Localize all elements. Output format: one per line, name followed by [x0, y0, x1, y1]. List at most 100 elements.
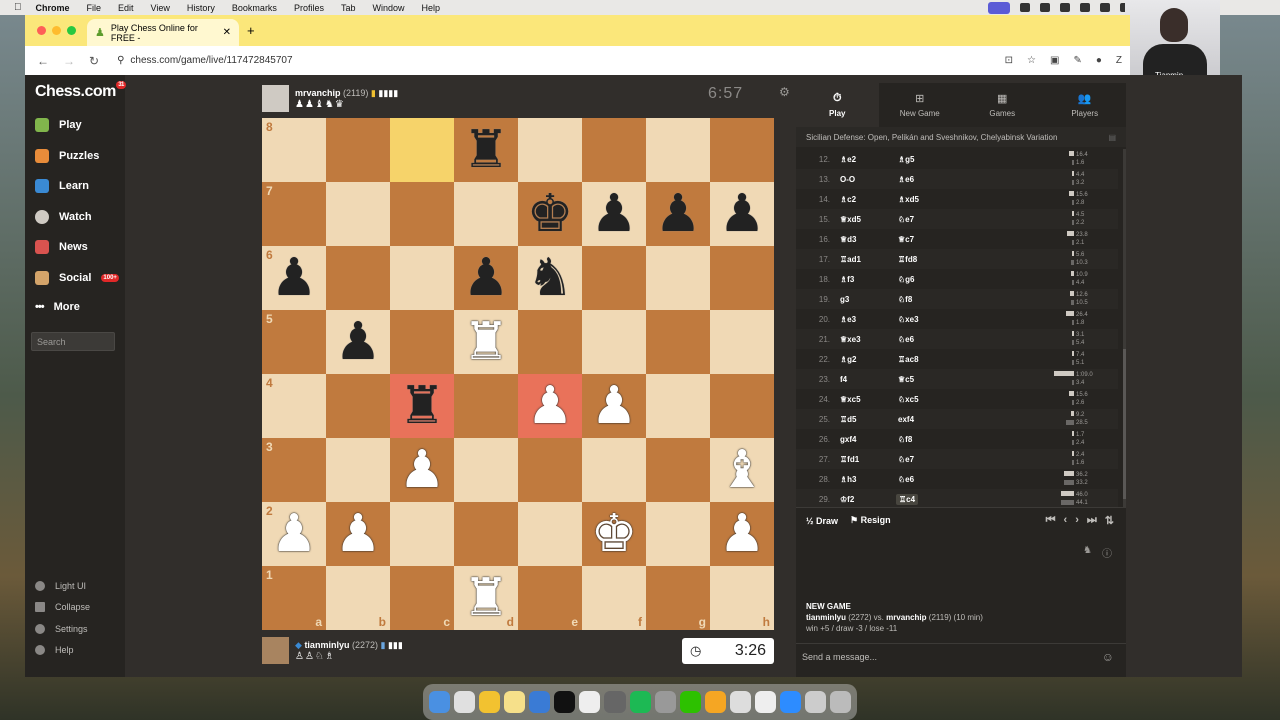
white-pawn-icon[interactable]: ♟ — [591, 380, 638, 432]
square-f3[interactable] — [582, 438, 646, 502]
white-move[interactable]: ♗e2 — [838, 155, 896, 164]
white-pawn-icon[interactable]: ♟ — [335, 508, 382, 560]
menu-history[interactable]: History — [187, 3, 215, 13]
avatar[interactable] — [262, 637, 289, 664]
draw-button[interactable]: ½ Draw — [806, 516, 838, 526]
emoji-icon[interactable]: ☺ — [1102, 650, 1114, 664]
white-rook-icon[interactable]: ♜ — [463, 316, 510, 368]
extension-icon[interactable]: ▣ — [1050, 55, 1059, 66]
next-move-icon[interactable]: › — [1075, 514, 1079, 527]
notes-icon[interactable] — [504, 691, 526, 713]
square-e8[interactable] — [518, 118, 582, 182]
first-move-icon[interactable]: ⏮ — [1046, 514, 1056, 527]
sidebar-light-ui[interactable]: Light UI — [35, 581, 86, 591]
white-move[interactable]: g3 — [838, 295, 896, 304]
zoom-status-icon[interactable] — [988, 1, 1010, 14]
square-g6[interactable] — [646, 246, 710, 310]
activity-icon[interactable] — [529, 691, 551, 713]
white-move[interactable]: ♖d5 — [838, 415, 896, 424]
white-move[interactable]: ♕xe3 — [838, 335, 896, 344]
ng-player2[interactable]: mrvanchip — [886, 613, 926, 622]
square-d2[interactable] — [454, 502, 518, 566]
sidebar-help[interactable]: Help — [35, 645, 74, 655]
black-move[interactable]: ♕c5 — [896, 375, 956, 384]
square-g5[interactable] — [646, 310, 710, 374]
profile-icon[interactable]: Z — [1116, 55, 1122, 66]
square-f8[interactable] — [582, 118, 646, 182]
black-move[interactable]: ♘e6 — [896, 475, 956, 484]
menu-view[interactable]: View — [151, 3, 170, 13]
square-h5[interactable] — [710, 310, 774, 374]
document-icon[interactable] — [804, 691, 826, 713]
browser-tab[interactable]: ♟ Play Chess Online for FREE - ✕ — [87, 19, 239, 46]
square-h6[interactable] — [710, 246, 774, 310]
square-h1[interactable]: h — [710, 566, 774, 630]
square-g3[interactable] — [646, 438, 710, 502]
white-move[interactable]: ♗h3 — [838, 475, 896, 484]
reload-icon[interactable]: ↻ — [89, 54, 99, 68]
wechat-status-icon[interactable] — [1040, 3, 1050, 12]
black-move[interactable]: ♘e7 — [896, 455, 956, 464]
white-move[interactable]: ♗f3 — [838, 275, 896, 284]
square-b7[interactable] — [326, 182, 390, 246]
square-g8[interactable] — [646, 118, 710, 182]
black-rook-icon[interactable]: ♜ — [399, 380, 446, 432]
textedit-icon[interactable] — [729, 691, 751, 713]
square-f6[interactable] — [582, 246, 646, 310]
black-move[interactable]: ♖c4 — [896, 493, 919, 505]
square-g4[interactable] — [646, 374, 710, 438]
tab-play[interactable]: ⏱ Play — [796, 83, 879, 127]
move-list-scrollbar[interactable] — [1123, 149, 1126, 507]
site-info-icon[interactable]: ⚲ — [117, 55, 124, 66]
tab-players[interactable]: 👥 Players — [1044, 83, 1127, 127]
square-c5[interactable] — [390, 310, 454, 374]
square-c8[interactable] — [390, 118, 454, 182]
black-move[interactable]: ♘g6 — [896, 275, 956, 284]
square-a3[interactable]: 3 — [262, 438, 326, 502]
square-c7[interactable] — [390, 182, 454, 246]
white-pawn-icon[interactable]: ♟ — [271, 508, 318, 560]
white-move[interactable]: ♕xc5 — [838, 395, 896, 404]
black-pawn-icon[interactable]: ♟ — [335, 316, 382, 368]
black-move[interactable]: ♘xc5 — [896, 395, 956, 404]
black-knight-icon[interactable]: ♞ — [527, 252, 574, 304]
avatar[interactable] — [262, 85, 289, 112]
square-g1[interactable]: g — [646, 566, 710, 630]
menu-window[interactable]: Window — [372, 3, 404, 13]
sidebar-item-more[interactable]: ••• More — [35, 301, 80, 313]
white-move[interactable]: f4 — [838, 375, 896, 384]
zoom-icon[interactable] — [779, 691, 801, 713]
black-pawn-icon[interactable]: ♟ — [655, 188, 702, 240]
white-rook-icon[interactable]: ♜ — [463, 572, 510, 624]
volume-icon[interactable] — [1100, 3, 1110, 12]
close-window-icon[interactable] — [37, 26, 46, 35]
bookmark-star-icon[interactable]: ☆ — [1027, 55, 1036, 66]
menu-tab[interactable]: Tab — [341, 3, 356, 13]
maximize-window-icon[interactable] — [67, 26, 76, 35]
square-e5[interactable] — [518, 310, 582, 374]
square-d5[interactable]: ♜ — [454, 310, 518, 374]
back-icon[interactable]: ← — [37, 54, 49, 68]
black-move[interactable]: ♗xd5 — [896, 195, 956, 204]
white-move[interactable]: ♗e3 — [838, 315, 896, 324]
black-move[interactable]: ♘f8 — [896, 435, 956, 444]
flip-board-icon[interactable]: ⇅ — [1105, 514, 1114, 527]
minimize-window-icon[interactable] — [52, 26, 61, 35]
sidebar-item-puzzles[interactable]: Puzzles — [35, 149, 99, 163]
menu-chrome[interactable]: Chrome — [36, 3, 70, 13]
board-settings-gear-icon[interactable]: ⚙ — [779, 85, 790, 99]
square-a6[interactable]: 6 ♟ — [262, 246, 326, 310]
extension-icon[interactable] — [1020, 3, 1030, 12]
menu-profiles[interactable]: Profiles — [294, 3, 324, 13]
player-name[interactable]: tianminlyu — [304, 640, 349, 650]
square-d4[interactable] — [454, 374, 518, 438]
finder-icon[interactable] — [429, 691, 451, 713]
black-pawn-icon[interactable]: ♟ — [463, 252, 510, 304]
last-move-icon[interactable]: ⏭ — [1087, 514, 1097, 527]
chess-board[interactable]: 8 ♜ 7 ♚ ♟ ♟ ♟ 6 ♟ ♟ ♞ 5 ♟ ♜ 4 ♜ ♟ ♟ 3 ♟ ♝ 2 ♟ ♟ ♚ ♟ 1 a b c d ♜ e f g h — [262, 118, 774, 630]
photos-icon[interactable] — [704, 691, 726, 713]
wechat-icon[interactable] — [679, 691, 701, 713]
white-move[interactable]: ♗g2 — [838, 355, 896, 364]
square-g2[interactable] — [646, 502, 710, 566]
square-b3[interactable] — [326, 438, 390, 502]
